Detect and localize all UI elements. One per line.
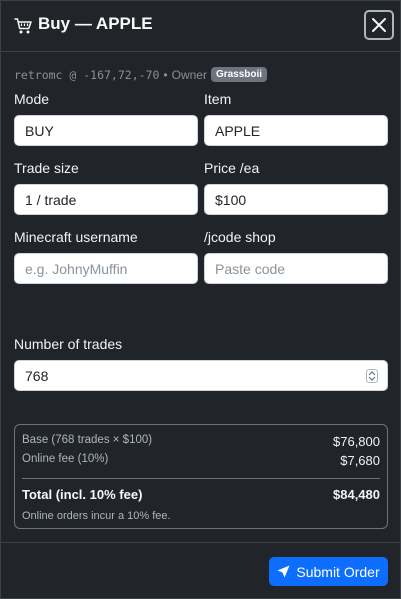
- trades-value: 768: [25, 367, 49, 384]
- jcode-label: /jcode shop: [204, 229, 276, 245]
- submit-order-button[interactable]: Submit Order: [269, 557, 388, 586]
- fee-row: Online fee (10%) $7,680: [22, 453, 380, 468]
- owner-badge: Grassboii: [210, 67, 268, 82]
- meta-separator: •: [163, 67, 168, 82]
- fee-label: Online fee (10%): [22, 453, 109, 465]
- owner-label: Owner: [171, 67, 207, 82]
- fee-value: $7,680: [340, 453, 380, 468]
- item-label: Item: [204, 91, 232, 107]
- spinner-arrows-icon: [368, 371, 376, 381]
- modal-title: Buy — APPLE: [38, 14, 153, 33]
- send-icon: [277, 565, 290, 578]
- cart-icon: [14, 18, 32, 34]
- summary-divider: [22, 478, 380, 479]
- order-summary: Base (768 trades × $100) $76,800 Online …: [14, 424, 388, 529]
- modal-footer-divider: [1, 542, 400, 543]
- base-label: Base (768 trades × $100): [22, 434, 153, 446]
- username-input[interactable]: e.g. JohnyMuffin: [14, 253, 198, 284]
- total-label: Total (incl. 10% fee): [22, 487, 143, 502]
- mode-label: Mode: [14, 91, 50, 107]
- order-modal: Buy — APPLE retromc @ -167,72,-70 • Owne…: [0, 0, 401, 599]
- trades-label: Number of trades: [14, 336, 123, 352]
- total-row: Total (incl. 10% fee) $84,480: [22, 487, 380, 502]
- jcode-input[interactable]: Paste code: [204, 253, 388, 284]
- fee-note: Online orders incur a 10% fee.: [22, 510, 171, 522]
- submit-order-label: Submit Order: [296, 563, 380, 580]
- number-spinner[interactable]: [366, 369, 378, 383]
- price-label: Price /ea: [204, 160, 260, 176]
- shop-meta: retromc @ -167,72,-70 • Owner Grassboii: [14, 67, 268, 82]
- mode-field[interactable]: BUY: [14, 115, 198, 146]
- username-label: Minecraft username: [14, 229, 138, 245]
- total-value: $84,480: [333, 487, 380, 502]
- trade-size-field[interactable]: 1 / trade: [14, 184, 198, 215]
- item-field[interactable]: APPLE: [204, 115, 388, 146]
- trade-size-label: Trade size: [14, 160, 79, 176]
- trades-input[interactable]: 768: [14, 360, 388, 391]
- shop-coords: retromc @ -167,72,-70: [14, 67, 160, 82]
- price-field[interactable]: $100: [204, 184, 388, 215]
- base-value: $76,800: [333, 434, 380, 449]
- close-button[interactable]: [364, 10, 394, 40]
- base-row: Base (768 trades × $100) $76,800: [22, 434, 380, 449]
- close-icon: [372, 18, 386, 32]
- modal-header: Buy — APPLE: [1, 1, 400, 52]
